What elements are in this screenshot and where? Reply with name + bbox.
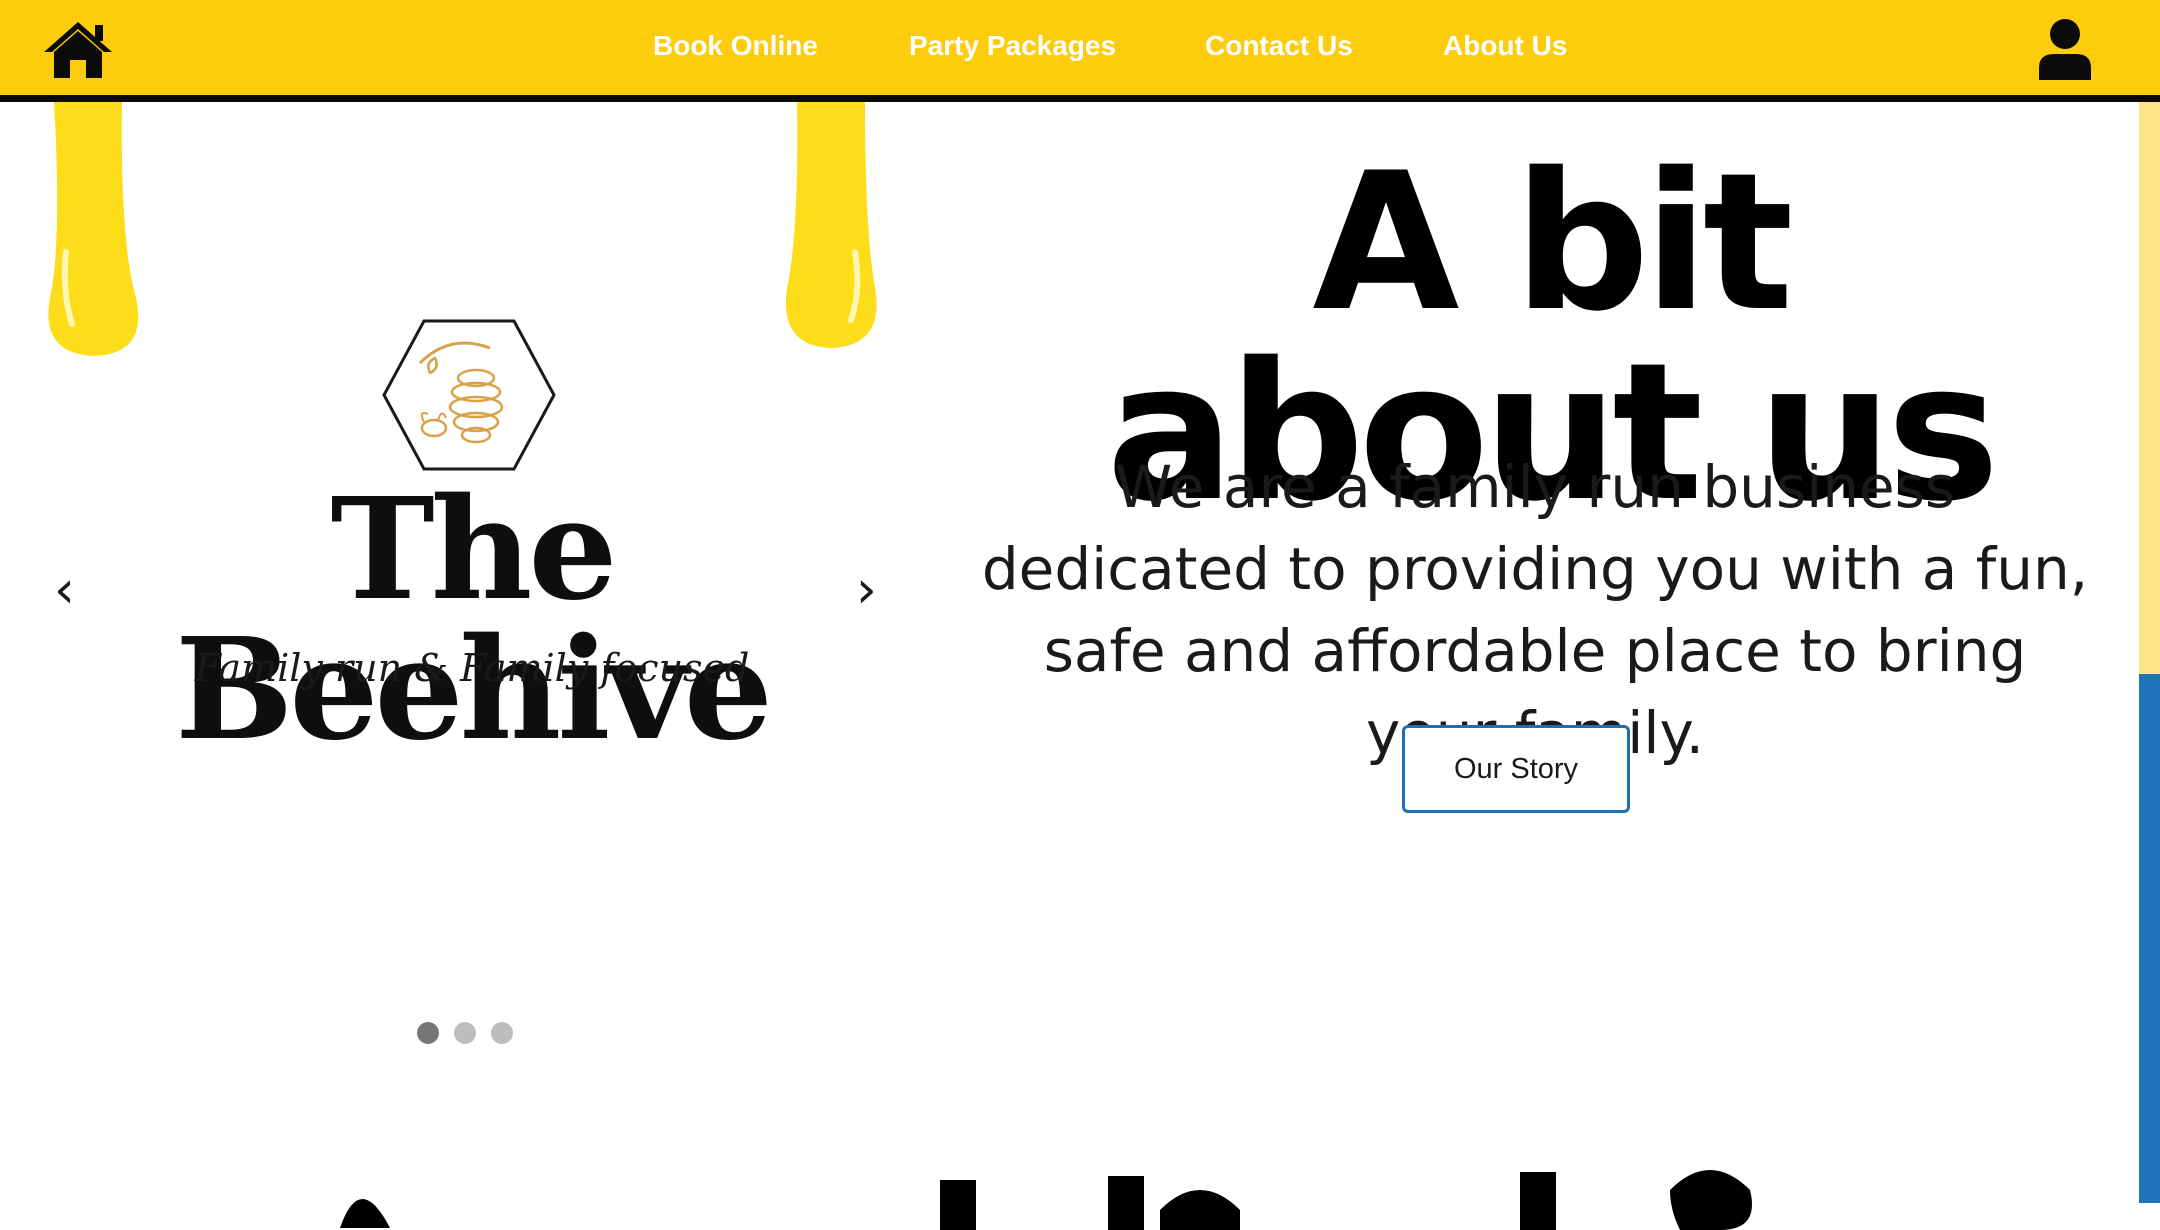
user-icon[interactable] [2036,18,2094,80]
our-story-button[interactable]: Our Story [1402,725,1630,813]
carousel-dot-3[interactable] [491,1022,513,1044]
nav-contact-us[interactable]: Contact Us [1205,30,1353,62]
brand-tagline: Family run & Family focused [194,646,750,690]
nav-book-online[interactable]: Book Online [653,30,818,62]
carousel-prev-arrow[interactable]: ‹ [54,560,75,620]
next-section-heading-partial [300,1150,1900,1230]
nav-about-us[interactable]: About Us [1443,30,1567,62]
brand-name: The Beehive [175,468,773,772]
home-icon[interactable] [40,18,116,82]
carousel-dot-1[interactable] [417,1022,439,1044]
scrollbar-thumb[interactable] [2139,674,2160,1203]
top-navbar: Book Online Party Packages Contact Us Ab… [0,0,2160,102]
beehive-logo-icon [380,318,558,472]
carousel-dot-2[interactable] [454,1022,476,1044]
carousel-next-arrow[interactable]: › [856,560,877,620]
nav-party-packages[interactable]: Party Packages [909,30,1116,62]
